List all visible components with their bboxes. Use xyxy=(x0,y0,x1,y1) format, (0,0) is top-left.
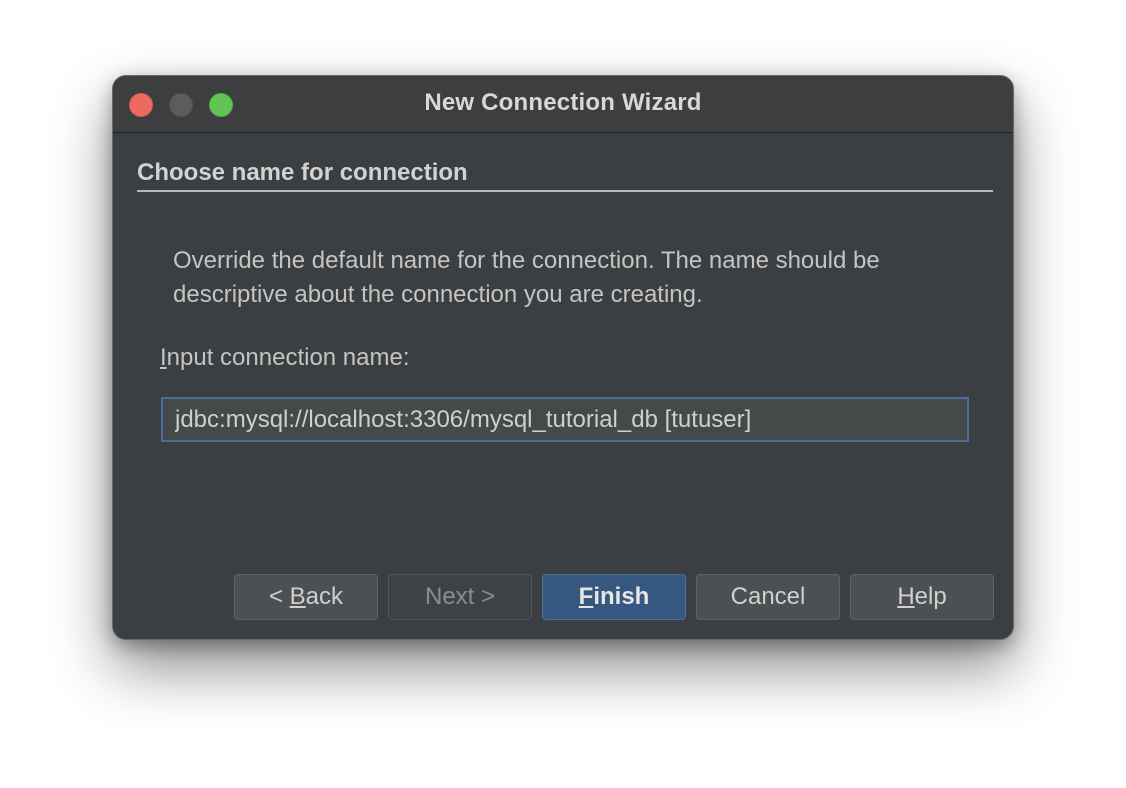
label-text: nput connection name: xyxy=(166,344,410,371)
connection-wizard-dialog: New Connection Wizard Choose name for co… xyxy=(112,75,1014,640)
next-button[interactable]: Next > xyxy=(388,574,532,620)
help-button[interactable]: Help xyxy=(850,574,994,620)
cancel-button[interactable]: Cancel xyxy=(696,574,840,620)
help-label-rest: elp xyxy=(914,583,947,610)
cancel-label: Cancel xyxy=(730,583,806,610)
connection-name-label: Input connection name: xyxy=(160,344,410,372)
back-label-rest: ack xyxy=(305,583,344,610)
help-mnemonic: H xyxy=(897,583,915,610)
back-button[interactable]: < Back xyxy=(234,574,378,620)
section-heading: Choose name for connection xyxy=(137,159,468,186)
section-divider xyxy=(137,190,993,192)
label-mnemonic: I xyxy=(160,344,167,371)
connection-name-input[interactable] xyxy=(161,397,969,442)
finish-label-rest: inish xyxy=(593,583,650,610)
back-prefix: < xyxy=(268,583,290,610)
finish-button[interactable]: Finish xyxy=(542,574,686,620)
window-title: New Connection Wizard xyxy=(424,89,702,116)
back-mnemonic: B xyxy=(289,583,306,610)
title-bar: New Connection Wizard xyxy=(113,76,1013,133)
finish-mnemonic: F xyxy=(578,583,594,610)
description-text: Override the default name for the connec… xyxy=(173,247,880,308)
next-label: Next > xyxy=(424,583,496,610)
